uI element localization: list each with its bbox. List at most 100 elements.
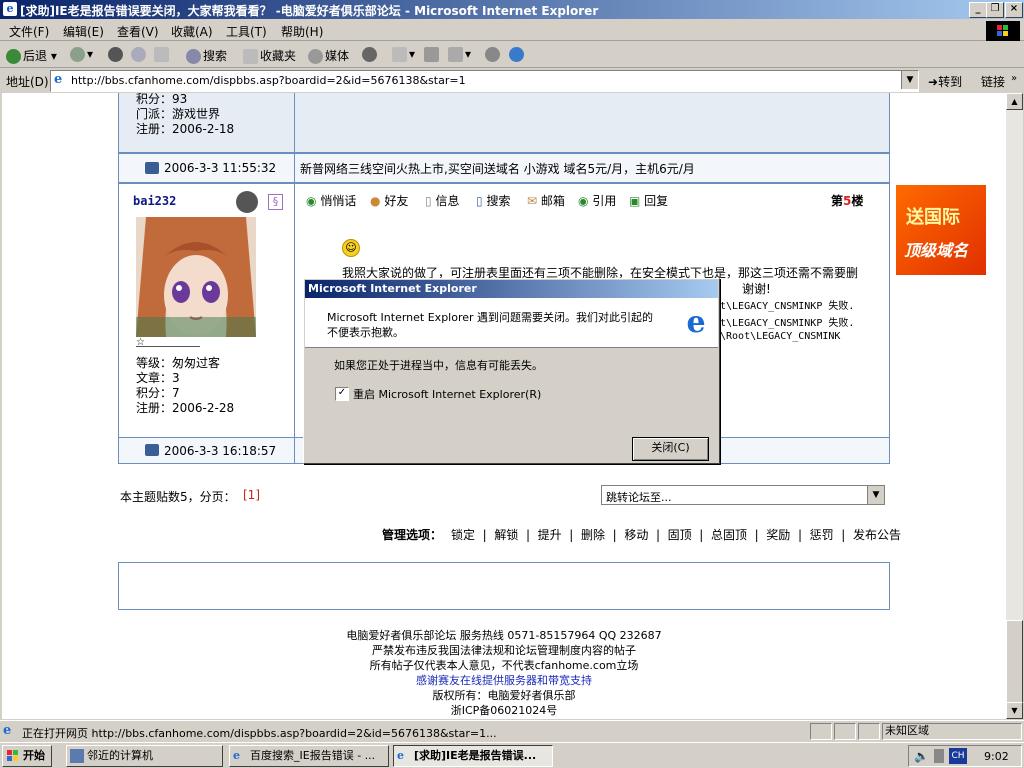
menu-favorites[interactable]: 收藏(A) [171,23,213,40]
admin-unlock[interactable]: 解锁 [494,528,518,542]
rank-bar [136,341,200,347]
ad-link[interactable]: 新普网络三线空间火热上市,买空间送域名 小游戏 域名5元/月，主机6元/月 [300,160,695,177]
menu-tools[interactable]: 工具(T) [226,23,267,40]
favorites-button[interactable]: 收藏夹 [243,47,296,65]
taskbar: 开始 邻近的计算机 e 百度搜索_IE报告错误 - ... e [求助]IE老是报告… [0,742,1024,768]
links-button[interactable]: 链接 [981,73,1005,90]
system-tray: 🔈 CH 9:02 [908,745,1022,767]
admin-pin[interactable]: 固顶 [668,528,692,542]
mail-button[interactable]: ▾ [392,47,415,65]
star-icon: ☆ [136,337,145,348]
edit-button[interactable]: ▾ [448,47,471,65]
admin-reward[interactable]: 奖励 [766,528,790,542]
action-mail[interactable]: ✉ 邮箱 [527,192,565,209]
volume-icon[interactable]: 🔈 [914,749,929,763]
post-body-2: 谢谢! [742,282,771,296]
scroll-down-icon[interactable]: ▼ [1006,702,1023,719]
discuss-button[interactable] [485,47,502,65]
dialog-message: Microsoft Internet Explorer 遇到问题需要关闭。我们对… [327,311,654,339]
restart-checkbox[interactable]: ✓ [335,387,349,401]
language-indicator[interactable]: CH [949,748,967,764]
menu-edit[interactable]: 编辑(E) [63,23,104,40]
page-icon: e [54,72,63,87]
restore-button[interactable]: ❐ [986,2,1004,18]
media-icon [308,49,323,64]
start-button[interactable]: 开始 [2,745,52,767]
scroll-thumb[interactable] [1006,620,1023,708]
forward-button[interactable]: ▾ [70,47,93,65]
task-network[interactable]: 邻近的计算机 [66,745,223,767]
post-err-3: \Root\LEGACY_CNSMINK [720,331,841,342]
go-button[interactable]: ➜转到 [928,73,962,90]
discuss-icon [485,47,500,62]
print-button[interactable] [424,47,441,65]
footer-line-5: 版权所有：电脑爱好者俱乐部 [432,689,576,702]
action-reply[interactable]: ▣ 回复 [629,192,668,209]
ie-icon: e [397,749,404,762]
title-bar: e [求助]IE老是报告错误要关闭，大家帮我看看？ -电脑爱好者俱乐部论坛 - … [0,0,1024,19]
pager-page[interactable]: [1] [243,488,260,502]
quick-reply-box [118,562,890,610]
minimize-button[interactable]: _ [969,2,987,18]
action-search[interactable]: ▯ 搜索 [476,192,510,209]
quote-icon: ◉ [578,194,589,208]
history-button[interactable] [362,47,379,65]
messenger-button[interactable] [509,47,526,65]
mail-icon [392,47,407,62]
forward-arrow-icon [70,47,85,62]
address-dropdown-icon[interactable]: ▼ [901,71,918,89]
favorites-icon [243,49,258,64]
address-bar: 地址(D) e http://bbs.cfanhome.com/dispbbs.… [0,69,1024,92]
menu-view[interactable]: 查看(V) [117,23,159,40]
close-button[interactable]: × [1005,2,1023,18]
stop-button[interactable] [108,47,125,65]
post-username[interactable]: bai232 [133,194,176,208]
admin-global-pin[interactable]: 总固顶 [711,528,747,542]
post-5-time: 2006-3-3 16:18:57 [164,444,277,458]
toolbar: 后退 ▾ ▾ 搜索 收藏夹 媒体 ▾ ▾ [0,43,1024,68]
menu-help[interactable]: 帮助(H) [281,23,323,40]
admin-label: 管理选项： [382,528,443,542]
search-icon [186,49,201,64]
friend-icon: ● [370,194,381,208]
admin-announce[interactable]: 发布公告 [853,528,901,542]
action-quote[interactable]: ◉ 引用 [578,192,616,209]
footer-line-2: 严禁发布违反我国法律法规和论坛管理制度内容的帖子 [372,644,636,657]
prev-post-time: 2006-3-3 11:55:32 [164,161,277,175]
address-input[interactable]: e http://bbs.cfanhome.com/dispbbs.asp?bo… [50,70,919,92]
loading-page-icon: e [3,723,12,738]
admin-move[interactable]: 移动 [624,528,648,542]
scroll-up-icon[interactable]: ▲ [1006,93,1023,110]
dialog-close-button[interactable]: 关闭(C) [632,437,709,461]
footer-icp[interactable]: 浙ICP备06021024号 [118,703,890,718]
links-chevron-icon[interactable]: » [1011,73,1017,84]
refresh-button[interactable] [131,47,148,65]
footer-sponsor-link[interactable]: 感谢赛友在线提供服务器和带宽支持 [118,673,890,688]
menu-file[interactable]: 文件(F) [9,23,49,40]
admin-punish[interactable]: 惩罚 [810,528,834,542]
task-forum[interactable]: e [求助]IE老是报告错误... [393,745,553,767]
footer-line-3: 所有帖子仅代表本人意见，不代表cfanhome.com立场 [369,659,639,672]
home-button[interactable] [154,47,171,65]
admin-raise[interactable]: 提升 [538,528,562,542]
computer-icon [145,162,159,174]
tray-icon[interactable] [934,749,944,763]
admin-delete[interactable]: 删除 [581,528,605,542]
restart-label[interactable]: 重启 Microsoft Internet Explorer(R) [353,386,541,402]
domain-ad-banner[interactable]: 送国际 顶级域名 [896,185,986,275]
admin-lock[interactable]: 锁定 [451,528,475,542]
status-text: 正在打开网页 http://bbs.cfanhome.com/dispbbs.a… [22,727,497,740]
vertical-scrollbar[interactable]: ▲ ▼ [1006,93,1023,719]
search-button[interactable]: 搜索 [186,47,227,65]
home-icon [154,47,169,62]
status-seg-1 [810,723,832,740]
task-baidu[interactable]: e 百度搜索_IE报告错误 - ... [229,745,389,767]
back-button[interactable]: 后退 ▾ [6,47,57,65]
action-pm[interactable]: ◉ 悄悄话 [306,192,356,209]
media-button[interactable]: 媒体 [308,47,349,65]
action-friend[interactable]: ● 好友 [370,192,408,209]
action-info[interactable]: ▯ 信息 [425,192,459,209]
forum-jump-select[interactable]: 跳转论坛至... ▼ [601,485,885,505]
gender-icon: § [268,194,283,210]
post-err-1: t\LEGACY_CNSMINKP 失败. [720,301,855,312]
